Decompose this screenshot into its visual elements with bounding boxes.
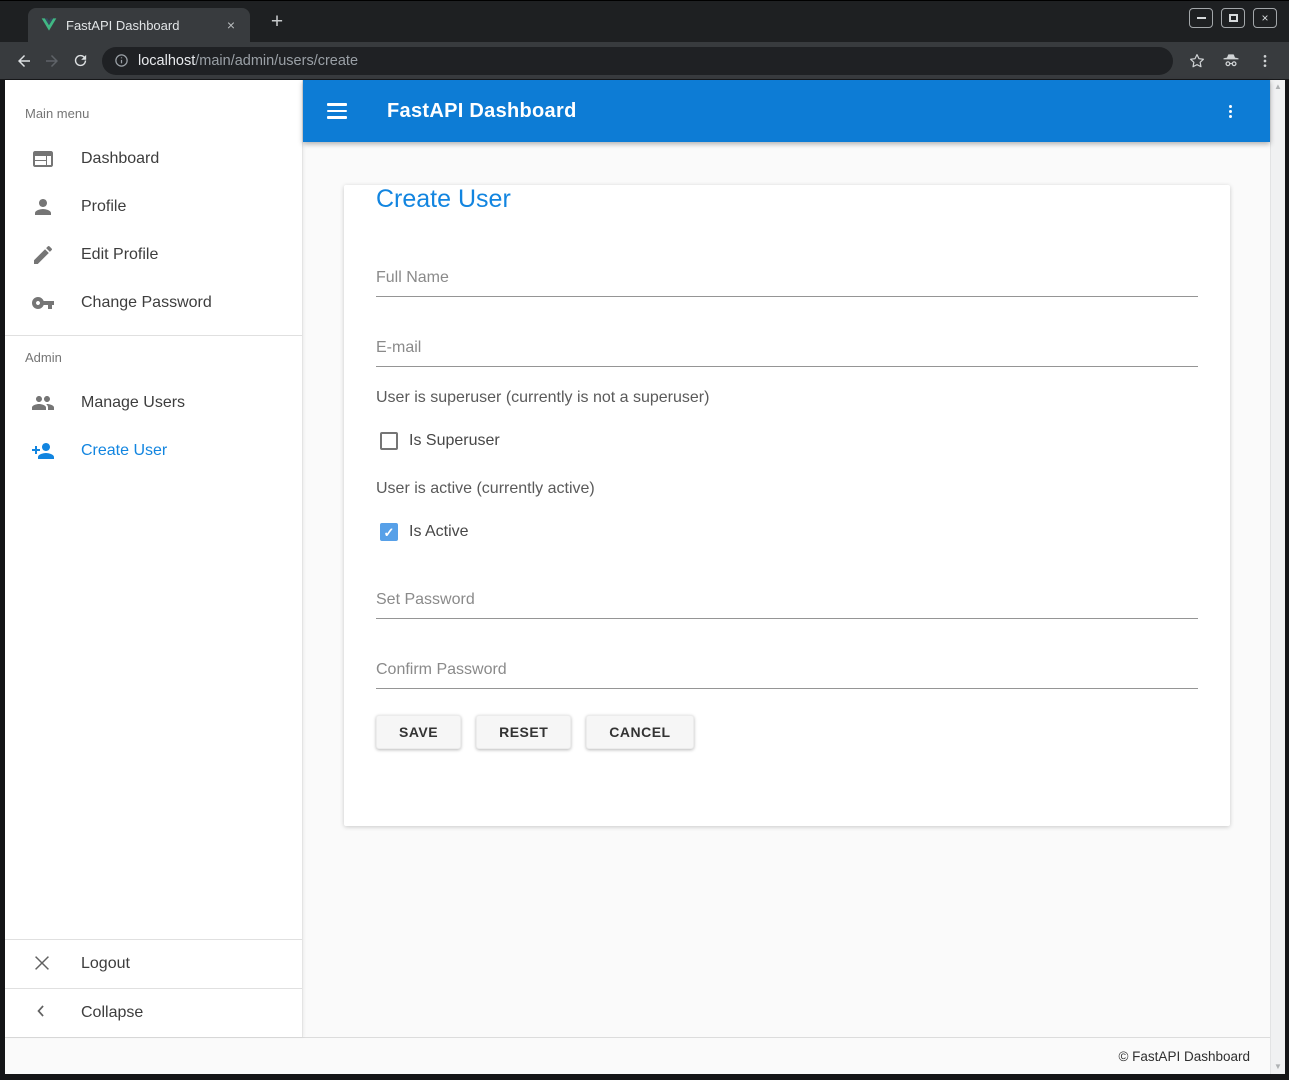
sidebar-item-label: Collapse [81, 1004, 143, 1022]
incognito-profile-button[interactable] [1217, 47, 1245, 75]
browser-tab[interactable]: FastAPI Dashboard × [28, 8, 250, 42]
scroll-down-arrow-icon[interactable]: ▼ [1274, 1063, 1282, 1071]
info-icon [114, 53, 129, 68]
incognito-icon [1221, 51, 1241, 71]
address-bar[interactable]: localhost/main/admin/users/create [102, 47, 1173, 75]
is-superuser-checkbox-row[interactable]: Is Superuser [376, 432, 1198, 450]
logout-x-icon [31, 952, 55, 976]
active-note: User is active (currently active) [376, 480, 1198, 498]
tab-close-icon[interactable]: × [222, 16, 240, 34]
browser-menu-button[interactable] [1251, 47, 1279, 75]
confirm-password-field-wrap [376, 661, 1198, 689]
page-title: Create User [376, 185, 1198, 214]
kebab-menu-icon [1257, 53, 1273, 69]
is-active-label: Is Active [409, 523, 469, 541]
superuser-note: User is superuser (currently is not a su… [376, 389, 1198, 407]
create-user-card: Create User User is superuser (currently… [344, 185, 1230, 826]
is-active-checkbox[interactable]: ✓ [380, 523, 398, 541]
back-arrow-icon [15, 52, 33, 70]
window-close-button[interactable]: × [1253, 8, 1277, 28]
copyright-text: © FastAPI Dashboard [1118, 1049, 1250, 1064]
minimize-icon [1197, 17, 1206, 19]
window-controls: × [1189, 8, 1277, 28]
sidebar-item-change-password[interactable]: Change Password [5, 279, 302, 327]
is-superuser-label: Is Superuser [409, 432, 500, 450]
sidebar-section-main-menu: Main menu [5, 106, 302, 121]
email-input[interactable] [376, 339, 1198, 367]
scroll-up-arrow-icon[interactable]: ▲ [1274, 83, 1282, 91]
maximize-icon [1229, 14, 1238, 22]
full-name-field-wrap [376, 269, 1198, 297]
app-menu-button[interactable] [1218, 99, 1242, 123]
sidebar-item-label: Logout [81, 955, 130, 973]
new-tab-button[interactable]: + [264, 10, 290, 36]
hamburger-menu-button[interactable] [327, 99, 351, 123]
browser-toolbar: localhost/main/admin/users/create [0, 42, 1289, 80]
vertical-scrollbar[interactable]: ▲ ▼ [1270, 80, 1285, 1074]
person-icon [31, 195, 55, 219]
chevron-left-icon [31, 1001, 55, 1025]
people-icon [31, 391, 55, 415]
full-name-input[interactable] [376, 269, 1198, 297]
cancel-button[interactable]: CANCEL [586, 715, 693, 749]
sidebar-item-label: Profile [81, 198, 126, 216]
page-content: Create User User is superuser (currently… [303, 142, 1270, 1037]
sidebar-section-admin: Admin [5, 350, 302, 365]
key-icon [31, 291, 55, 315]
sidebar-spacer [5, 475, 302, 939]
page-footer: © FastAPI Dashboard [5, 1037, 1270, 1074]
sidebar-item-collapse[interactable]: Collapse [5, 989, 302, 1037]
is-active-checkbox-row[interactable]: ✓ Is Active [376, 523, 1198, 541]
sidebar-item-create-user[interactable]: Create User [5, 427, 302, 475]
url-host: localhost [138, 53, 195, 69]
person-add-icon [31, 439, 55, 463]
sidebar-item-label: Change Password [81, 294, 212, 312]
kebab-menu-icon [1222, 103, 1239, 120]
forward-arrow-icon [43, 52, 61, 70]
back-button[interactable] [10, 47, 38, 75]
edit-pencil-icon [31, 243, 55, 267]
reset-button[interactable]: RESET [476, 715, 571, 749]
star-icon [1188, 52, 1206, 70]
dashboard-web-icon [31, 147, 55, 171]
sidebar-item-manage-users[interactable]: Manage Users [5, 379, 302, 427]
save-button[interactable]: SAVE [376, 715, 461, 749]
app-title: FastAPI Dashboard [387, 100, 577, 123]
sidebar-item-dashboard[interactable]: Dashboard [5, 135, 302, 183]
reload-button[interactable] [66, 47, 94, 75]
url-text: localhost/main/admin/users/create [138, 53, 358, 69]
set-password-field-wrap [376, 591, 1198, 619]
bookmark-star-button[interactable] [1183, 47, 1211, 75]
app-window: Main menu Dashboard Profile [5, 80, 1285, 1074]
forward-button[interactable] [38, 47, 66, 75]
reload-icon [72, 52, 89, 69]
tab-title: FastAPI Dashboard [66, 18, 213, 33]
sidebar-item-label: Edit Profile [81, 246, 158, 264]
main-area: FastAPI Dashboard Create User [303, 80, 1270, 1037]
is-superuser-checkbox[interactable] [380, 432, 398, 450]
sidebar-item-logout[interactable]: Logout [5, 940, 302, 988]
sidebar-divider [5, 335, 302, 336]
sidebar-item-profile[interactable]: Profile [5, 183, 302, 231]
confirm-password-input[interactable] [376, 661, 1198, 689]
sidebar-item-label: Create User [81, 442, 167, 460]
browser-tabstrip: FastAPI Dashboard × + × [0, 0, 1289, 42]
app-toolbar: FastAPI Dashboard [303, 80, 1270, 142]
sidebar: Main menu Dashboard Profile [5, 80, 303, 1037]
set-password-input[interactable] [376, 591, 1198, 619]
toolbar-actions [1183, 47, 1279, 75]
email-field-wrap [376, 339, 1198, 367]
sidebar-item-label: Dashboard [81, 150, 159, 168]
sidebar-item-edit-profile[interactable]: Edit Profile [5, 231, 302, 279]
url-path: /main/admin/users/create [195, 53, 358, 69]
window-maximize-button[interactable] [1221, 8, 1245, 28]
sidebar-item-label: Manage Users [81, 394, 185, 412]
window-minimize-button[interactable] [1189, 8, 1213, 28]
close-icon: × [1261, 12, 1268, 24]
form-actions: SAVE RESET CANCEL [376, 715, 1198, 749]
vue-favicon-icon [41, 17, 57, 33]
